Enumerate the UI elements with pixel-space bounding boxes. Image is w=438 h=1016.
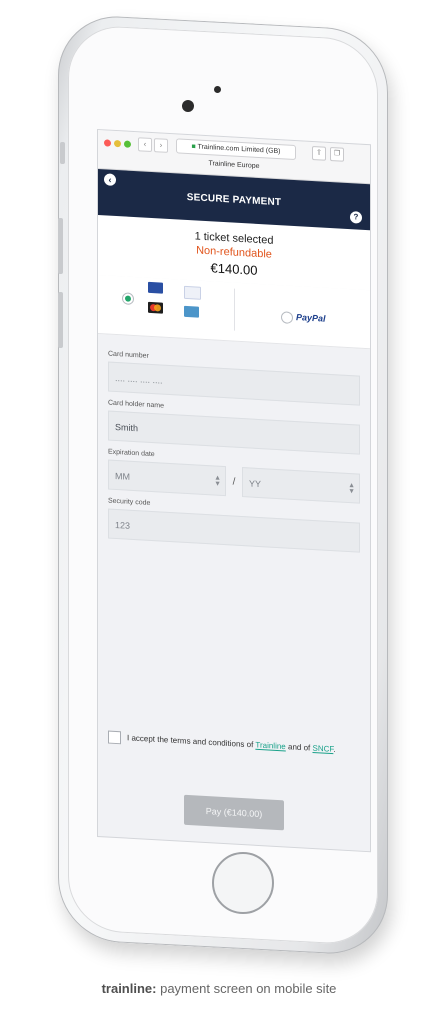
chevron-left-icon[interactable]: ‹ xyxy=(104,173,116,187)
window-close-dot[interactable] xyxy=(104,139,111,147)
mute-switch xyxy=(60,142,65,164)
terms-text-middle: and of xyxy=(288,742,311,753)
date-separator: / xyxy=(232,476,236,488)
caption-text: payment screen on mobile site xyxy=(156,981,337,996)
visa-card-icon xyxy=(184,285,201,300)
question-icon[interactable]: ? xyxy=(350,211,362,224)
caption-brand: trainline: xyxy=(101,981,157,996)
paypal-radio[interactable] xyxy=(281,311,293,324)
home-button[interactable] xyxy=(212,852,274,914)
trainline-terms-link[interactable]: Trainline xyxy=(255,740,285,751)
method-divider xyxy=(234,288,235,331)
expiry-month-select[interactable]: MM ▲ ▼ xyxy=(108,459,226,497)
window-minimize-dot[interactable] xyxy=(114,139,121,148)
card-form: Card number .... .... .... .... Card hol… xyxy=(98,334,370,553)
expiry-year-select[interactable]: YY ▲ ▼ xyxy=(242,467,360,504)
sncf-terms-link[interactable]: SNCF xyxy=(312,744,333,754)
terms-text-after: . xyxy=(333,744,336,754)
share-icon[interactable]: ⇧ xyxy=(312,145,326,161)
volume-down-button xyxy=(58,292,63,348)
expiry-month-placeholder: MM xyxy=(115,470,130,482)
image-caption: trainline: payment screen on mobile site xyxy=(0,981,438,996)
page-title: SECURE PAYMENT xyxy=(186,191,282,209)
browser-back-button[interactable]: ‹ xyxy=(138,137,152,153)
tabs-icon[interactable]: ❐ xyxy=(330,146,344,162)
terms-text-before: I accept the terms and conditions of xyxy=(127,733,254,750)
address-bar[interactable]: ■ Trainline.com Limited (GB) xyxy=(176,138,296,161)
expiry-year-placeholder: YY xyxy=(249,478,262,490)
volume-up-button xyxy=(58,218,63,274)
paypal-logo[interactable]: PayPal xyxy=(296,312,326,324)
stepper-icon: ▲ ▼ xyxy=(348,481,355,496)
window-zoom-dot[interactable] xyxy=(124,140,131,148)
front-camera xyxy=(182,100,194,112)
browser-forward-button[interactable]: › xyxy=(154,138,168,153)
terms-row: I accept the terms and conditions of Tra… xyxy=(108,730,360,758)
card-radio[interactable] xyxy=(122,292,134,306)
mastercard-icon xyxy=(148,301,163,314)
address-text: Trainline.com Limited (GB) xyxy=(197,143,281,156)
lock-icon: ■ xyxy=(191,143,196,151)
earpiece-speaker xyxy=(214,86,221,93)
stepper-icon: ▲ ▼ xyxy=(214,474,221,488)
cb-card-icon xyxy=(148,281,163,294)
phone-screen: ‹ › ■ Trainline.com Limited (GB) ⇧ ❐ Tra… xyxy=(98,130,370,852)
amex-card-icon xyxy=(184,305,199,318)
pay-button[interactable]: Pay (€140.00) xyxy=(184,794,284,831)
terms-checkbox[interactable] xyxy=(108,730,121,745)
